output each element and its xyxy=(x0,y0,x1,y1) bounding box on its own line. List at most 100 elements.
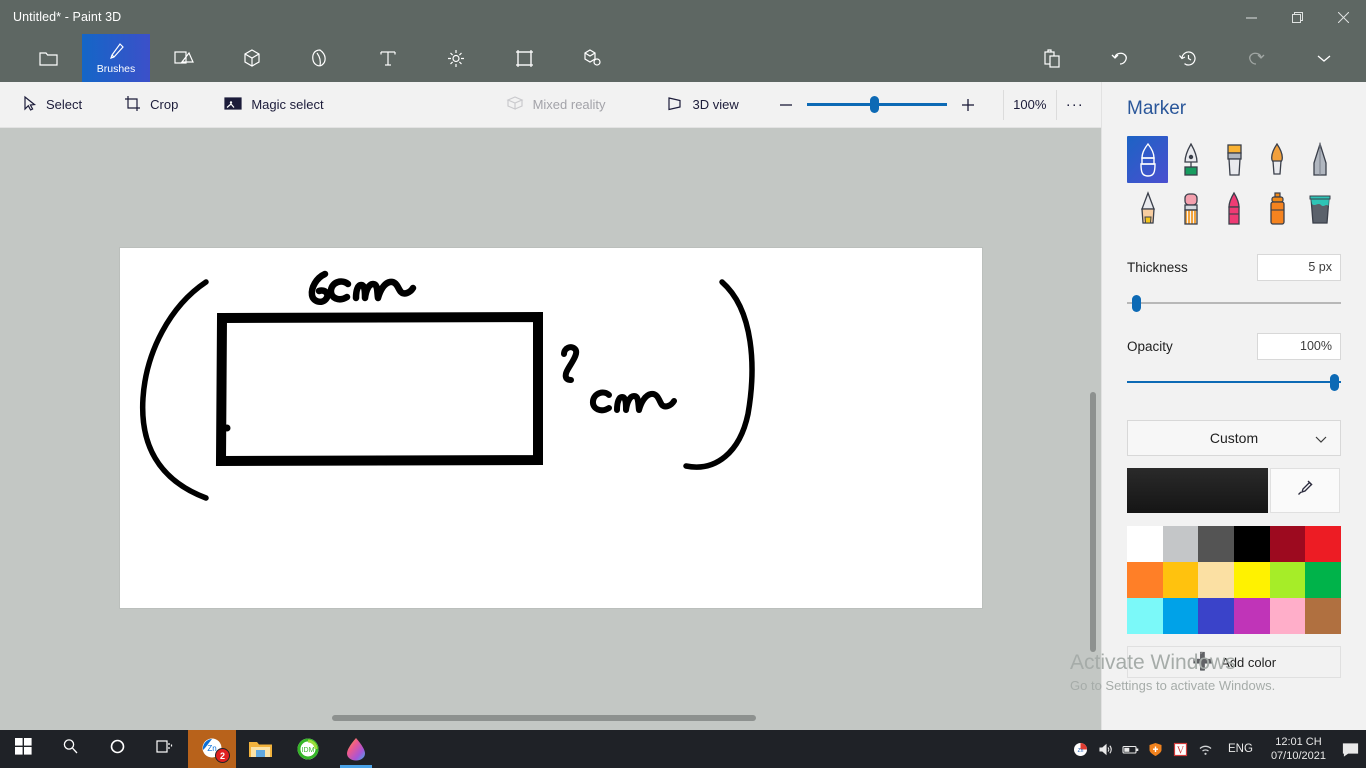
color-swatch[interactable] xyxy=(1198,562,1234,598)
current-color-swatch[interactable] xyxy=(1127,468,1268,513)
canvas-horizontal-scrollbar[interactable] xyxy=(332,715,756,721)
mixed-reality-tool[interactable]: Mixed reality xyxy=(496,82,616,128)
shapes-3d-tab[interactable] xyxy=(218,34,286,82)
color-swatch[interactable] xyxy=(1234,562,1270,598)
effects-tab[interactable] xyxy=(422,34,490,82)
task-view-button[interactable] xyxy=(141,730,188,768)
color-swatch[interactable] xyxy=(1305,526,1341,562)
security-shield-icon[interactable] xyxy=(1143,730,1168,768)
crop-tool[interactable]: Crop xyxy=(114,82,188,128)
canvas-area[interactable] xyxy=(0,128,1101,732)
search-button[interactable] xyxy=(47,730,94,768)
eyedropper-button[interactable] xyxy=(1270,468,1340,513)
color-swatch[interactable] xyxy=(1234,526,1270,562)
paste-button[interactable] xyxy=(1018,34,1086,82)
stickers-tab[interactable] xyxy=(286,34,354,82)
zoom-slider-thumb[interactable] xyxy=(869,96,879,113)
add-color-button[interactable]: ➕ Add color xyxy=(1127,646,1341,678)
opacity-slider-thumb[interactable] xyxy=(1330,374,1339,391)
minimize-button[interactable] xyxy=(1228,0,1274,34)
plus-icon: ➕ xyxy=(1191,652,1214,671)
select-tool[interactable]: Select xyxy=(12,82,92,128)
3d-library-tab[interactable] xyxy=(558,34,626,82)
taskbar-app-file-explorer[interactable] xyxy=(236,730,284,768)
color-mode-dropdown[interactable]: Custom xyxy=(1127,420,1341,456)
language-indicator[interactable]: ENG xyxy=(1218,743,1263,755)
taskbar-app-paint-3d[interactable] xyxy=(332,730,380,768)
brush-oil[interactable] xyxy=(1213,136,1254,183)
brush-eraser[interactable] xyxy=(1170,185,1211,232)
brush-pixel-pen[interactable] xyxy=(1300,136,1341,183)
brush-fill-bucket[interactable] xyxy=(1300,185,1341,232)
start-button[interactable] xyxy=(0,730,47,768)
clock-date: 07/10/2021 xyxy=(1270,750,1326,762)
clock[interactable]: 12:01 CH 07/10/2021 xyxy=(1263,735,1334,763)
unikey-icon[interactable]: V xyxy=(1168,730,1193,768)
color-swatch[interactable] xyxy=(1162,526,1199,562)
thickness-row: Thickness 5 px xyxy=(1127,254,1341,281)
redo-button[interactable] xyxy=(1222,34,1290,82)
color-swatch[interactable] xyxy=(1198,598,1234,634)
notifications-button[interactable] xyxy=(1334,730,1366,768)
undo-button[interactable] xyxy=(1086,34,1154,82)
battery-icon[interactable] xyxy=(1118,730,1143,768)
color-swatch[interactable] xyxy=(1305,562,1341,598)
text-tab[interactable] xyxy=(354,34,422,82)
select-tool-label: Select xyxy=(46,97,83,112)
brush-watercolor[interactable] xyxy=(1257,136,1298,183)
brushes-tab[interactable]: Brushes xyxy=(82,34,150,82)
stickers-icon xyxy=(310,48,330,69)
thickness-slider[interactable] xyxy=(1127,295,1341,312)
restore-button[interactable] xyxy=(1274,0,1320,34)
volume-icon[interactable] xyxy=(1093,730,1118,768)
color-swatch[interactable] xyxy=(1162,598,1199,634)
brush-marker[interactable] xyxy=(1127,136,1169,183)
clock-time: 12:01 CH xyxy=(1275,736,1322,748)
cortana-button[interactable] xyxy=(94,730,141,768)
zoom-out-button[interactable] xyxy=(769,88,803,122)
canvas-vertical-scrollbar[interactable] xyxy=(1090,392,1096,652)
color-swatch[interactable] xyxy=(1127,598,1163,634)
color-swatch[interactable] xyxy=(1234,598,1270,634)
thickness-slider-thumb[interactable] xyxy=(1132,295,1141,312)
svg-text:Zn: Zn xyxy=(1078,748,1084,754)
brush-crayon[interactable] xyxy=(1213,185,1254,232)
color-swatch[interactable] xyxy=(1162,562,1199,598)
brush-spray-can[interactable] xyxy=(1257,185,1298,232)
view-3d-tool[interactable]: 3D view xyxy=(656,82,749,128)
thickness-value[interactable]: 5 px xyxy=(1257,254,1341,281)
3d-library-icon xyxy=(582,48,603,69)
color-swatch[interactable] xyxy=(1269,598,1306,634)
close-button[interactable] xyxy=(1320,0,1366,34)
magic-select-tool[interactable]: Magic select xyxy=(214,82,333,128)
brush-pencil[interactable] xyxy=(1127,185,1168,232)
system-tray: Zn V ENG 12:01 CH 07/10/2021 xyxy=(1068,730,1366,768)
view-3d-label: 3D view xyxy=(692,97,739,112)
color-swatch[interactable] xyxy=(1198,526,1234,562)
opacity-slider[interactable] xyxy=(1127,374,1341,391)
taskbar-app-green[interactable]: IDM xyxy=(284,730,332,768)
mixed-reality-label: Mixed reality xyxy=(532,97,606,112)
canvas-sheet[interactable] xyxy=(120,248,982,608)
menu-button[interactable] xyxy=(14,34,82,82)
history-button[interactable] xyxy=(1154,34,1222,82)
color-swatch[interactable] xyxy=(1305,598,1341,634)
zoom-slider[interactable] xyxy=(806,96,947,113)
color-swatch[interactable] xyxy=(1127,562,1163,598)
cursor-arrow-icon xyxy=(22,95,37,115)
title-bar: Untitled* - Paint 3D xyxy=(0,0,1366,34)
taskbar-app-zalo[interactable]: Zn 2 xyxy=(188,730,236,768)
color-swatch[interactable] xyxy=(1269,562,1306,598)
shapes-2d-tab[interactable] xyxy=(150,34,218,82)
zoom-in-button[interactable] xyxy=(951,88,985,122)
cortana-circle-icon xyxy=(109,738,126,760)
more-options-button[interactable]: ··· xyxy=(1057,96,1093,113)
opacity-value[interactable]: 100% xyxy=(1257,333,1341,360)
color-swatch[interactable] xyxy=(1269,526,1306,562)
wifi-icon[interactable] xyxy=(1193,730,1218,768)
toolbar-expand-button[interactable] xyxy=(1290,34,1358,82)
tray-app-icon[interactable]: Zn xyxy=(1068,730,1093,768)
brush-calligraphy-pen[interactable] xyxy=(1170,136,1211,183)
color-swatch[interactable] xyxy=(1127,526,1163,562)
canvas-tab[interactable] xyxy=(490,34,558,82)
